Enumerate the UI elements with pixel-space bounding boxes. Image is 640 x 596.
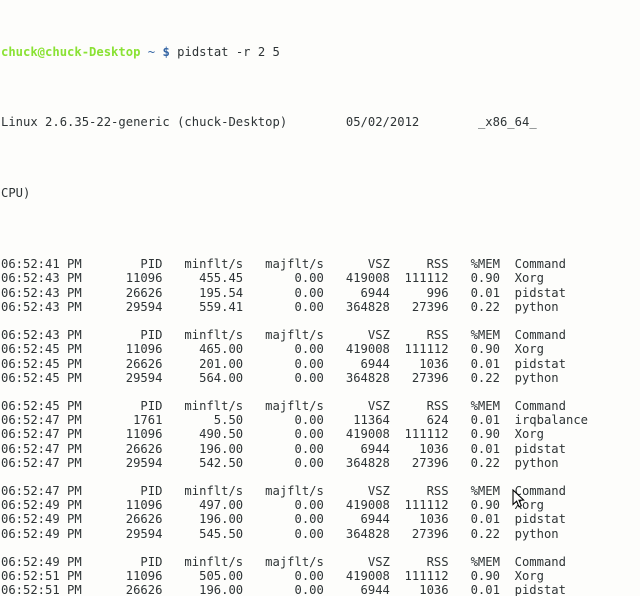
sysinfo-gap-2 bbox=[419, 115, 478, 129]
column-header-row: 06:52:47 PM PID minflt/s majflt/s VSZ RS… bbox=[1, 484, 566, 499]
sysinfo-date: 05/02/2012 bbox=[345, 115, 420, 130]
table-row: 06:52:47 PM 26626 196.00 0.00 6944 1036 … bbox=[1, 441, 566, 456]
sysinfo-kernel: Linux 2.6.35-22-generic (chuck-Desktop) bbox=[1, 115, 288, 130]
column-header-row: 06:52:41 PM PID minflt/s majflt/s VSZ RS… bbox=[1, 257, 566, 272]
table-row: 06:52:45 PM 11096 465.00 0.00 419008 111… bbox=[1, 342, 544, 357]
table-row: 06:52:43 PM 11096 455.45 0.00 419008 111… bbox=[1, 271, 544, 286]
block-separator-3 bbox=[1, 470, 640, 484]
block-separator-2 bbox=[1, 385, 640, 399]
column-header-row: 06:52:45 PM PID minflt/s majflt/s VSZ RS… bbox=[1, 399, 566, 414]
table-row: 06:52:49 PM 29594 545.50 0.00 364828 273… bbox=[1, 526, 559, 541]
table-row: 06:52:47 PM 11096 490.50 0.00 419008 111… bbox=[1, 427, 544, 442]
sysinfo-cpu-wrap: CPU) bbox=[1, 186, 31, 201]
prompt-user-host: chuck@chuck-Desktop bbox=[1, 44, 141, 59]
table-row: 06:52:45 PM 29594 564.00 0.00 364828 273… bbox=[1, 370, 559, 385]
sysinfo-line-1: Linux 2.6.35-22-generic (chuck-Desktop) … bbox=[1, 115, 640, 129]
block-separator-1 bbox=[1, 314, 640, 328]
table-row: 06:52:47 PM 1761 5.50 0.00 11364 624 0.0… bbox=[1, 413, 588, 428]
terminal-output-area[interactable]: chuck@chuck-Desktop ~ $ pidstat -r 2 5 L… bbox=[0, 0, 640, 596]
prompt-path: ~ bbox=[147, 44, 156, 59]
sysinfo-arch: _x86_64_ bbox=[477, 115, 537, 130]
table-row: 06:52:51 PM 11096 505.00 0.00 419008 111… bbox=[1, 569, 544, 584]
prompt-line: chuck@chuck-Desktop ~ $ pidstat -r 2 5 bbox=[1, 45, 640, 59]
column-header-row: 06:52:43 PM PID minflt/s majflt/s VSZ RS… bbox=[1, 328, 566, 343]
table-row: 06:52:51 PM 26626 196.00 0.00 6944 1036 … bbox=[1, 583, 566, 596]
block-separator-4 bbox=[1, 541, 640, 555]
table-row: 06:52:43 PM 29594 559.41 0.00 364828 273… bbox=[1, 299, 559, 314]
sysinfo-line-2: CPU) bbox=[1, 186, 640, 200]
sysinfo-gap-1 bbox=[287, 115, 346, 129]
table-row: 06:52:43 PM 26626 195.54 0.00 6944 996 0… bbox=[1, 285, 566, 300]
prompt-sigil: $ bbox=[162, 44, 170, 59]
command-text: pidstat -r 2 5 bbox=[177, 44, 280, 59]
prompt-space-1 bbox=[140, 45, 147, 59]
column-header-row: 06:52:49 PM PID minflt/s majflt/s VSZ RS… bbox=[1, 554, 566, 569]
table-row: 06:52:47 PM 29594 542.50 0.00 364828 273… bbox=[1, 455, 559, 470]
block-separator-0 bbox=[1, 243, 640, 257]
table-row: 06:52:49 PM 11096 497.00 0.00 419008 111… bbox=[1, 498, 544, 513]
table-row: 06:52:45 PM 26626 201.00 0.00 6944 1036 … bbox=[1, 356, 566, 371]
pidstat-report-body: 06:52:41 PM PID minflt/s majflt/s VSZ RS… bbox=[1, 243, 640, 596]
table-row: 06:52:49 PM 26626 196.00 0.00 6944 1036 … bbox=[1, 512, 566, 527]
